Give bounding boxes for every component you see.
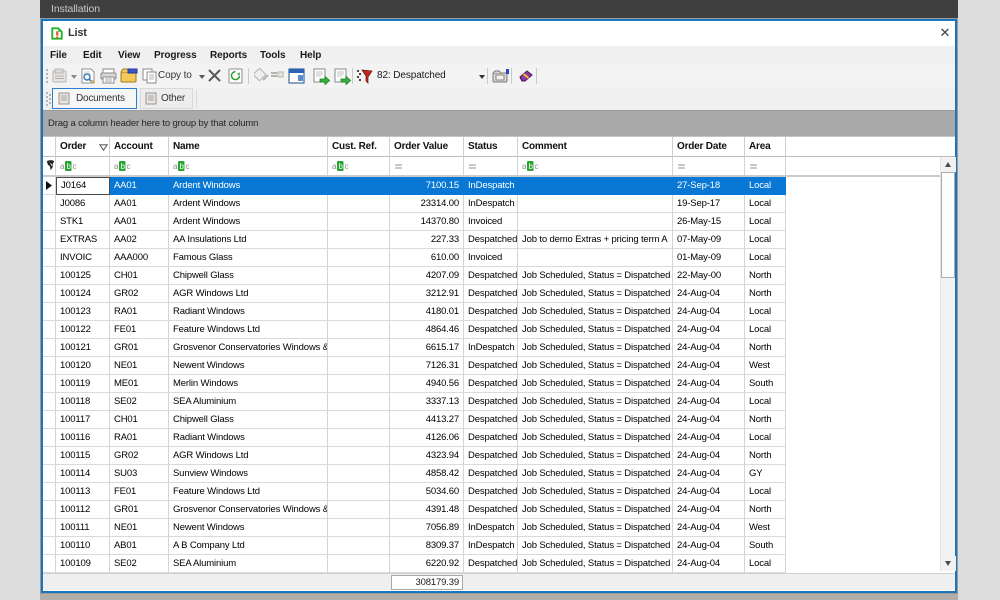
svg-text:b: b bbox=[121, 162, 126, 171]
svg-text:c: c bbox=[73, 162, 77, 171]
svg-text:a: a bbox=[60, 162, 65, 171]
svg-text:b: b bbox=[67, 162, 72, 171]
svg-text:c: c bbox=[127, 162, 131, 171]
svg-text:a: a bbox=[173, 162, 178, 171]
svg-text:c: c bbox=[535, 162, 539, 171]
svg-text:b: b bbox=[339, 162, 344, 171]
svg-text:b: b bbox=[180, 162, 185, 171]
svg-text:a: a bbox=[332, 162, 337, 171]
svg-text:a: a bbox=[522, 162, 527, 171]
svg-text:c: c bbox=[345, 162, 349, 171]
svg-text:a: a bbox=[114, 162, 119, 171]
svg-text:c: c bbox=[186, 162, 190, 171]
svg-text:b: b bbox=[529, 162, 534, 171]
